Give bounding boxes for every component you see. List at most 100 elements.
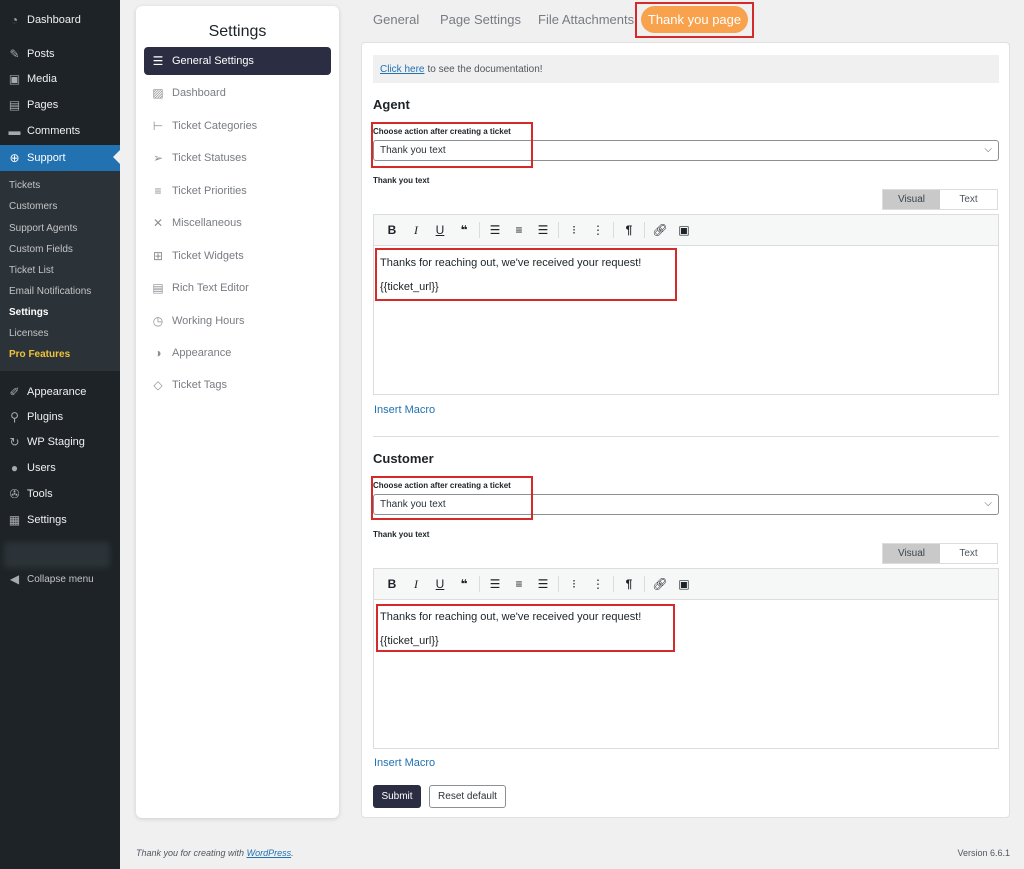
submenu-settings[interactable]: Settings [9,307,48,318]
highlight-box-agent-select [371,122,533,168]
toolbar-divider [558,576,559,592]
reset-default-button[interactable]: Reset default [429,785,506,808]
paragraph-direction-icon[interactable]: ¶ [617,223,641,237]
nav-ticket-categories[interactable]: ⊢ Ticket Categories [144,112,331,140]
menu-wp-staging[interactable]: ↻ WP Staging [0,430,120,454]
menu-label: WP Staging [27,436,85,448]
palette-icon: ◑ [154,346,162,360]
menu-comments[interactable]: ▬ Comments [0,119,120,143]
toolbar-divider [613,222,614,238]
menu-label: Posts [27,48,55,60]
menu-settings[interactable]: ▦ Settings [0,508,120,532]
menu-users[interactable]: ● Users [0,456,120,480]
align-right-icon[interactable]: ☰ [531,223,555,237]
nav-ticket-tags[interactable]: ◇ Ticket Tags [144,371,331,399]
menu-label: Support [27,152,66,164]
underline-icon[interactable]: U [428,223,452,237]
menu-label: Settings [27,514,67,526]
menu-pages[interactable]: ▤ Pages [0,93,120,117]
image-icon[interactable]: ▣ [672,577,696,591]
agent-insert-macro-link[interactable]: Insert Macro [374,404,435,416]
agent-heading: Agent [373,97,410,112]
underline-icon[interactable]: U [428,577,452,591]
submenu-pro-features[interactable]: Pro Features [9,349,70,360]
link-icon[interactable]: 🔗︎ [648,577,672,591]
wordpress-link[interactable]: WordPress [247,848,292,858]
nav-rich-text-editor[interactable]: ▤ Rich Text Editor [144,274,331,302]
nav-dashboard[interactable]: ▨ Dashboard [144,79,331,107]
bullet-list-icon[interactable]: ⁝ [562,577,586,591]
toolbar-divider [613,576,614,592]
nav-ticket-statuses[interactable]: ➢ Ticket Statuses [144,144,331,172]
submenu-custom-fields[interactable]: Custom Fields [9,244,73,255]
bold-icon[interactable]: B [380,223,404,237]
agent-editor-toolbar: B I U ❝ ☰ ≡ ☰ ⁝ ⋮ ¶ 🔗︎ ▣ [373,214,999,245]
link-icon[interactable]: 🔗︎ [648,223,672,237]
nav-general-settings[interactable]: ☰ General Settings [144,47,331,75]
menu-support[interactable]: ⊕ Support [0,145,120,171]
section-divider [373,436,999,437]
submenu-customers[interactable]: Customers [9,201,57,212]
tab-file-attachments[interactable]: File Attachments [538,12,634,27]
nav-ticket-priorities[interactable]: ≡ Ticket Priorities [144,177,331,205]
tab-general[interactable]: General [373,12,419,27]
clock-icon: ◷ [152,314,164,328]
menu-posts[interactable]: ✎ Posts [0,42,120,66]
blockquote-icon[interactable]: ❝ [452,577,476,591]
customer-visual-tab[interactable]: Visual [883,544,940,563]
wrench-icon: ✇ [9,487,20,501]
highlight-box-customer-select [371,476,533,520]
documentation-link[interactable]: Click here [380,64,424,75]
agent-visual-tab[interactable]: Visual [883,190,940,209]
nav-label: Dashboard [172,87,226,99]
send-icon: ➢ [152,151,164,165]
hierarchy-icon: ⊢ [152,119,164,133]
menu-media[interactable]: ▣ Media [0,67,120,91]
menu-tools[interactable]: ✇ Tools [0,482,120,506]
submenu-ticket-list[interactable]: Ticket List [9,265,54,276]
collapse-menu-button[interactable]: ◀ Collapse menu [0,567,120,591]
submenu-support-agents[interactable]: Support Agents [9,223,77,234]
bold-icon[interactable]: B [380,577,404,591]
align-center-icon[interactable]: ≡ [507,577,531,591]
italic-icon[interactable]: I [404,577,428,592]
menu-appearance[interactable]: ✐ Appearance [0,380,120,404]
agent-text-tab[interactable]: Text [940,190,997,209]
menu-label: Plugins [27,411,64,423]
nav-label: Working Hours [172,315,245,327]
align-center-icon[interactable]: ≡ [507,223,531,237]
nav-appearance[interactable]: ◑ Appearance [144,339,331,367]
menu-label: Comments [27,125,81,137]
customer-insert-macro-link[interactable]: Insert Macro [374,757,435,769]
menu-plugins[interactable]: ⚲ Plugins [0,405,120,429]
layers-icon: ≡ [154,184,162,198]
nav-label: Ticket Categories [172,120,258,132]
image-icon[interactable]: ▣ [672,223,696,237]
nav-label: Miscellaneous [172,217,242,229]
submenu-tickets[interactable]: Tickets [9,180,40,191]
italic-icon[interactable]: I [404,223,428,238]
numbered-list-icon[interactable]: ⋮ [586,577,610,591]
tab-page-settings[interactable]: Page Settings [440,12,521,27]
nav-miscellaneous[interactable]: ✕ Miscellaneous [144,209,331,237]
editor-icon: ▤ [152,281,164,295]
nav-working-hours[interactable]: ◷ Working Hours [144,307,331,335]
nav-label: Ticket Tags [172,379,228,391]
blockquote-icon[interactable]: ❝ [452,223,476,237]
customer-text-tab[interactable]: Text [940,544,997,563]
nav-label: Ticket Priorities [172,185,247,197]
menu-label: Tools [27,488,53,500]
align-right-icon[interactable]: ☰ [531,577,555,591]
comments-icon: ▬ [8,124,21,138]
submenu-email-notifications[interactable]: Email Notifications [9,286,91,297]
bullet-list-icon[interactable]: ⁝ [562,223,586,237]
menu-dashboard[interactable]: ◔ Dashboard [0,8,120,32]
nav-ticket-widgets[interactable]: ⊞ Ticket Widgets [144,242,331,270]
settings-nav-panel: Settings ☰ General Settings ▨ Dashboard … [136,6,339,818]
submit-button[interactable]: Submit [373,785,421,808]
align-left-icon[interactable]: ☰ [483,223,507,237]
numbered-list-icon[interactable]: ⋮ [586,223,610,237]
submenu-licenses[interactable]: Licenses [9,328,48,339]
align-left-icon[interactable]: ☰ [483,577,507,591]
paragraph-direction-icon[interactable]: ¶ [617,577,641,591]
